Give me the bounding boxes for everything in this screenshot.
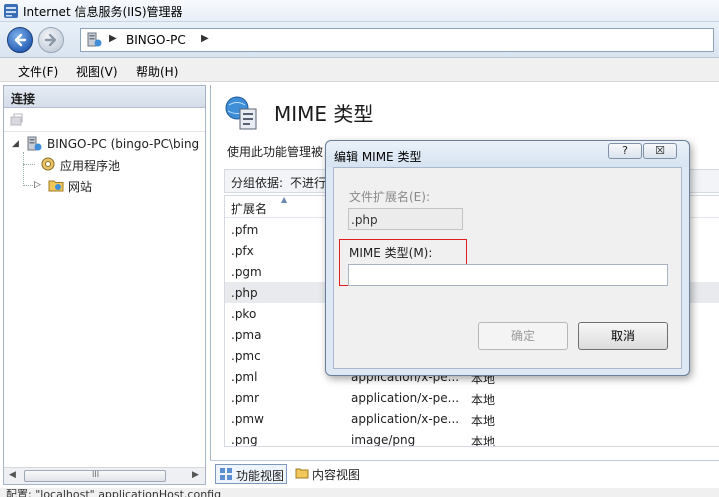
horizontal-scrollbar[interactable]: ◀ III ▶ bbox=[4, 467, 205, 484]
close-button[interactable]: ☒ bbox=[643, 143, 677, 159]
forward-button[interactable] bbox=[38, 27, 64, 53]
tree-item-server[interactable]: ◢ BINGO-PC (bingo-PC\bing bbox=[12, 136, 202, 154]
window-title: Internet 信息服务(IIS)管理器 bbox=[23, 5, 183, 19]
sites-folder-icon bbox=[48, 180, 64, 192]
table-row[interactable]: .png image/png 本地 bbox=[225, 429, 719, 447]
content-view-icon bbox=[295, 468, 309, 479]
table-row[interactable]: .pmw application/x-pe... 本地 bbox=[225, 408, 719, 429]
cell-mime-type: application/x-pe... bbox=[351, 412, 460, 426]
cell-extension: .pfm bbox=[231, 223, 259, 237]
ok-button[interactable]: 确定 bbox=[478, 322, 568, 350]
server-icon bbox=[27, 136, 42, 151]
cell-extension: .pgm bbox=[231, 265, 262, 279]
features-view-button[interactable]: 功能视图 bbox=[215, 464, 287, 484]
extension-label: 文件扩展名(E): bbox=[349, 190, 430, 204]
scroll-left-icon[interactable]: ◀ bbox=[9, 470, 16, 480]
dialog-title: 编辑 MIME 类型 bbox=[334, 150, 422, 164]
features-view-label: 功能视图 bbox=[236, 469, 285, 483]
scroll-grip-icon: III bbox=[92, 470, 100, 479]
scroll-right-icon[interactable]: ▶ bbox=[192, 470, 199, 480]
address-bar[interactable]: ▶ BINGO-PC ▶ bbox=[80, 28, 714, 52]
breadcrumb-separator-icon: ▶ bbox=[109, 33, 117, 44]
content-view-label: 内容视图 bbox=[312, 468, 361, 482]
tree-item-app-pools[interactable]: 应用程序池 bbox=[12, 156, 202, 174]
page-title: MIME 类型 bbox=[274, 102, 374, 126]
feature-description: 使用此功能管理被 bbox=[227, 145, 324, 159]
arrow-right-icon bbox=[44, 33, 57, 47]
tree-item-sites[interactable]: ▷ 网站 bbox=[12, 177, 202, 195]
expand-arrow-icon[interactable]: ▷ bbox=[34, 180, 41, 190]
cancel-button[interactable]: 取消 bbox=[578, 322, 668, 350]
server-icon bbox=[87, 32, 102, 47]
tree-item-label: 应用程序池 bbox=[60, 159, 121, 173]
cell-extension: .pmr bbox=[231, 391, 260, 405]
table-row[interactable]: .pmr application/x-pe... 本地 bbox=[225, 387, 719, 408]
connections-title: 连接 bbox=[11, 92, 36, 106]
menu-help[interactable]: 帮助(H) bbox=[136, 63, 178, 80]
mime-type-input[interactable] bbox=[348, 264, 668, 286]
connections-toolbar bbox=[4, 108, 205, 132]
status-bar: 配置: "localhost" applicationHost.config bbox=[0, 488, 719, 497]
group-by-dropdown[interactable]: 不进行 bbox=[290, 174, 326, 191]
menu-view[interactable]: 视图(V) bbox=[76, 63, 118, 80]
cell-entry-type: 本地 bbox=[471, 393, 496, 407]
breadcrumb-separator-icon[interactable]: ▶ bbox=[201, 33, 209, 44]
content-view-button[interactable]: 内容视图 bbox=[292, 464, 364, 484]
mime-types-icon bbox=[225, 96, 257, 130]
column-header-extension[interactable]: 扩展名 bbox=[231, 200, 267, 217]
expand-arrow-icon[interactable]: ◢ bbox=[12, 139, 19, 149]
menu-bar: 文件(F) 视图(V) 帮助(H) bbox=[0, 58, 719, 82]
iis-app-icon bbox=[4, 4, 18, 18]
cell-extension: .pma bbox=[231, 328, 262, 342]
connections-pane: 连接 ◢ BINGO-PC (bingo-PC\bing 应用程序池 ▷ 网站 … bbox=[3, 85, 206, 485]
cell-extension: .pfx bbox=[231, 244, 254, 258]
tree-item-label: BINGO-PC (bingo-PC\bing bbox=[47, 137, 200, 151]
cell-entry-type: 本地 bbox=[471, 414, 496, 428]
cell-mime-type: image/png bbox=[351, 433, 416, 447]
mime-type-label: MIME 类型(M): bbox=[349, 246, 433, 260]
menu-file[interactable]: 文件(F) bbox=[18, 63, 58, 80]
cell-extension: .pmw bbox=[231, 412, 264, 426]
cell-extension: .php bbox=[231, 286, 258, 300]
cell-extension: .pml bbox=[231, 370, 258, 384]
cell-extension: .pko bbox=[231, 307, 257, 321]
sort-ascending-icon: ▲ bbox=[281, 195, 288, 204]
connections-header: 连接 bbox=[4, 86, 205, 108]
help-button[interactable]: ? bbox=[608, 143, 642, 159]
features-view-icon bbox=[220, 468, 232, 480]
cell-mime-type: application/x-pe... bbox=[351, 391, 460, 405]
dialog-titlebar[interactable]: 编辑 MIME 类型 ? ☒ bbox=[326, 141, 689, 167]
breadcrumb-server[interactable]: BINGO-PC bbox=[126, 33, 186, 47]
navigation-bar: ▶ BINGO-PC ▶ bbox=[0, 22, 719, 58]
app-pool-icon bbox=[41, 157, 55, 171]
cell-extension: .png bbox=[231, 433, 258, 447]
view-switcher: 功能视图 内容视图 bbox=[210, 460, 719, 485]
arrow-left-icon bbox=[14, 33, 27, 47]
status-text: 配置: "localhost" applicationHost.config bbox=[6, 488, 222, 497]
cell-entry-type: 本地 bbox=[471, 435, 496, 447]
connect-icon[interactable] bbox=[10, 113, 24, 127]
tree-item-label: 网站 bbox=[68, 180, 93, 194]
window-titlebar: Internet 信息服务(IIS)管理器 bbox=[0, 0, 719, 22]
dialog-body: 文件扩展名(E): .php MIME 类型(M): 确定 取消 bbox=[333, 167, 682, 369]
edit-mime-type-dialog: 编辑 MIME 类型 ? ☒ 文件扩展名(E): .php MIME 类型(M)… bbox=[325, 140, 690, 376]
back-button[interactable] bbox=[7, 27, 33, 53]
cell-extension: .pmc bbox=[231, 349, 261, 363]
group-by-label: 分组依据: bbox=[231, 176, 284, 190]
extension-field: .php bbox=[348, 208, 463, 230]
